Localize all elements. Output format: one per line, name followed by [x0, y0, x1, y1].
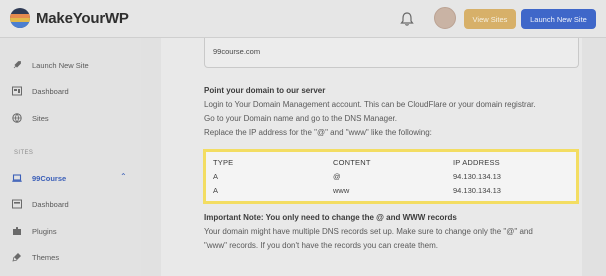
bell-icon[interactable] — [399, 11, 415, 27]
sidebar-item-site-99course[interactable]: 99Course — [12, 171, 66, 185]
sidebar-item-themes[interactable]: Themes — [12, 250, 59, 264]
domain-field[interactable]: 99course.com — [204, 38, 579, 68]
sidebar: Launch New Site Dashboard Sites SITES 99… — [0, 38, 141, 276]
sidebar-item-plugins[interactable]: Plugins — [12, 224, 57, 238]
table-cell: A — [213, 186, 219, 195]
laptop-icon — [12, 174, 22, 182]
sidebar-item-label: Dashboard — [32, 86, 69, 96]
instruction-line: Replace the IP address for the "@" and "… — [204, 128, 432, 137]
note-line: "www" records. If you don't have the rec… — [204, 241, 438, 250]
sidebar-item-label: Dashboard — [32, 199, 69, 209]
plugin-icon — [13, 226, 21, 235]
instruction-line: Login to Your Domain Management account.… — [204, 100, 536, 109]
content-panel: 99course.com Point your domain to our se… — [161, 38, 582, 276]
globe-icon — [12, 113, 22, 123]
sidebar-item-label: Plugins — [32, 226, 57, 236]
point-domain-heading: Point your domain to our server — [204, 86, 326, 95]
table-header-ip-address: IP ADDRESS — [453, 158, 500, 167]
sidebar-item-launch-new-site[interactable]: Launch New Site — [12, 58, 89, 72]
rocket-icon — [13, 61, 21, 69]
instruction-line: Go to your Domain name and go to the DNS… — [204, 114, 397, 123]
top-bar: MakeYourWP View Sites Launch New Site — [0, 0, 606, 38]
dashboard-icon — [12, 86, 22, 96]
sidebar-section-label: SITES — [14, 150, 34, 156]
sidebar-item-label: Themes — [32, 252, 60, 262]
brush-icon — [12, 253, 21, 262]
main-content: 99course.com Point your domain to our se… — [141, 38, 606, 276]
table-cell: 94.130.134.13 — [453, 172, 501, 181]
important-note-heading: Important Note: You only need to change … — [204, 213, 457, 222]
dns-records-table: TYPE CONTENT IP ADDRESS A @ 94.130.134.1… — [203, 149, 579, 204]
table-cell: A — [213, 172, 219, 181]
launch-new-site-button[interactable]: Launch New Site — [521, 9, 596, 29]
chevron-up-icon[interactable]: ⌃ — [120, 172, 127, 181]
table-cell: www — [333, 186, 350, 195]
brand[interactable]: MakeYourWP — [10, 8, 129, 28]
logo-icon — [10, 8, 30, 28]
sidebar-item-dashboard[interactable]: Dashboard — [12, 84, 69, 98]
sidebar-item-sites[interactable]: Sites — [12, 111, 49, 125]
table-cell: 94.130.134.13 — [453, 186, 501, 195]
sidebar-item-site-dashboard[interactable]: Dashboard — [12, 197, 69, 211]
view-sites-button[interactable]: View Sites — [464, 9, 516, 29]
sidebar-item-label: 99Course — [32, 173, 67, 183]
sidebar-item-label: Launch New Site — [32, 60, 89, 70]
table-header-type: TYPE — [213, 158, 234, 167]
dashboard-icon — [12, 199, 22, 209]
sidebar-item-label: Sites — [32, 113, 49, 123]
avatar[interactable] — [434, 7, 456, 29]
table-header-content: CONTENT — [333, 158, 371, 167]
note-line: Your domain might have multiple DNS reco… — [204, 227, 533, 236]
table-cell: @ — [333, 172, 341, 181]
brand-name: MakeYourWP — [36, 9, 129, 27]
